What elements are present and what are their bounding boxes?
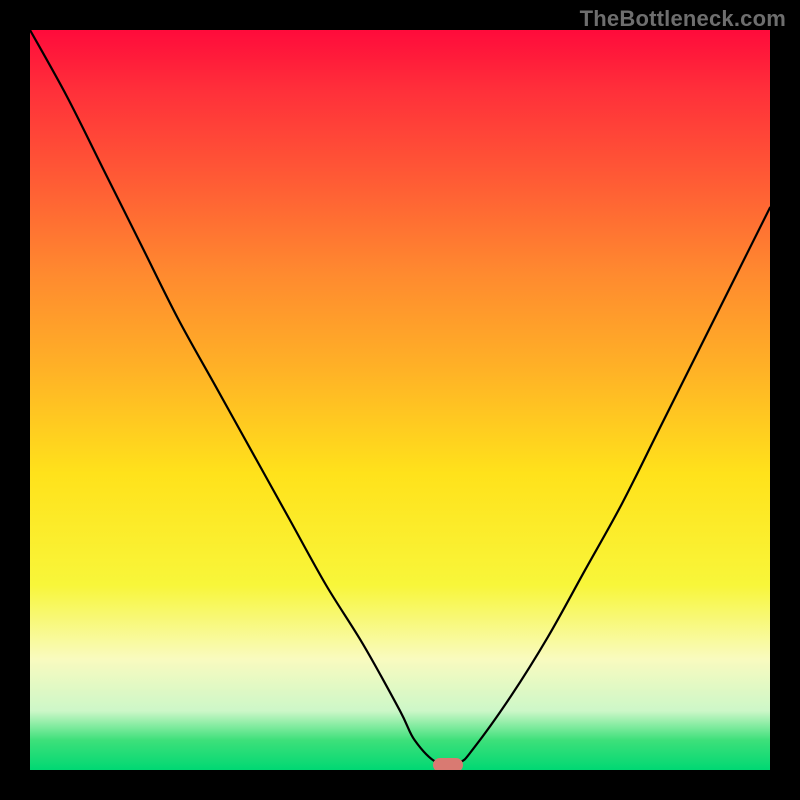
plot-area xyxy=(30,30,770,770)
optimal-marker xyxy=(433,758,463,770)
watermark-text: TheBottleneck.com xyxy=(580,6,786,32)
bottleneck-curve xyxy=(30,30,770,770)
chart-frame: TheBottleneck.com xyxy=(0,0,800,800)
